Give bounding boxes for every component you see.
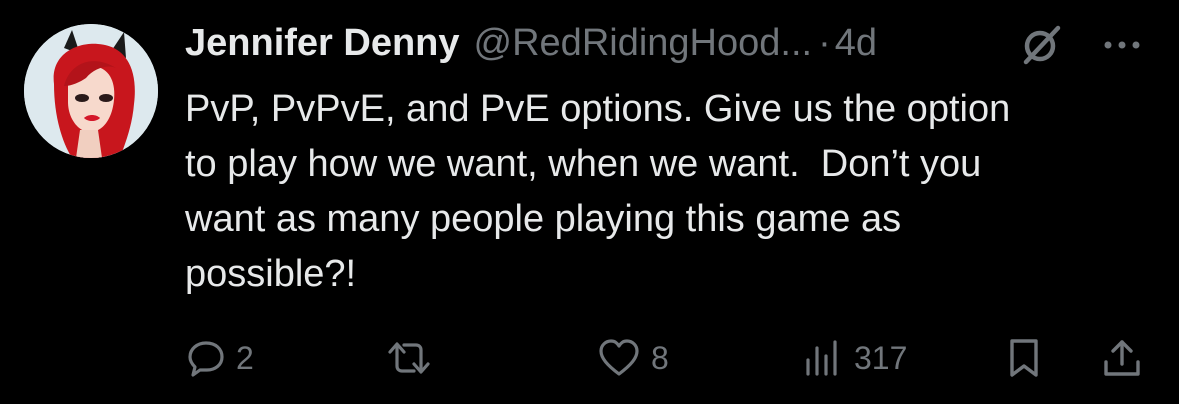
like-count: 8 xyxy=(651,339,669,376)
avatar-image xyxy=(24,24,158,158)
reply-button[interactable]: 2 xyxy=(186,330,254,386)
user-handle[interactable]: @RedRidingHood... xyxy=(474,22,813,65)
reply-icon xyxy=(188,341,224,377)
repost-icon xyxy=(388,342,430,374)
share-icon xyxy=(1104,340,1140,376)
avatar[interactable] xyxy=(24,24,158,158)
action-bar: 2 8 317 xyxy=(0,330,1179,386)
views-count: 317 xyxy=(854,339,908,376)
bookmark-button[interactable] xyxy=(1004,330,1044,386)
more-icon[interactable] xyxy=(1100,30,1144,60)
heart-icon xyxy=(599,339,639,376)
tweet-text: PvP, PvPvE, and PvE options. Give us the… xyxy=(185,88,1011,295)
like-button[interactable]: 8 xyxy=(597,330,669,386)
timestamp[interactable]: 4d xyxy=(835,22,877,65)
share-button[interactable] xyxy=(1100,330,1144,386)
reply-count: 2 xyxy=(236,339,254,376)
display-name[interactable]: Jennifer Denny xyxy=(185,22,460,65)
tweet[interactable]: Jennifer Denny @RedRidingHood... · 4d Pv… xyxy=(0,0,1179,404)
repost-button[interactable] xyxy=(384,330,444,386)
bookmark-icon xyxy=(1010,339,1038,377)
tweet-header: Jennifer Denny @RedRidingHood... · 4d xyxy=(185,22,877,72)
grok-icon[interactable] xyxy=(1020,24,1062,66)
views-icon xyxy=(806,340,837,376)
separator-dot: · xyxy=(818,22,831,64)
views-button[interactable]: 317 xyxy=(800,330,907,386)
